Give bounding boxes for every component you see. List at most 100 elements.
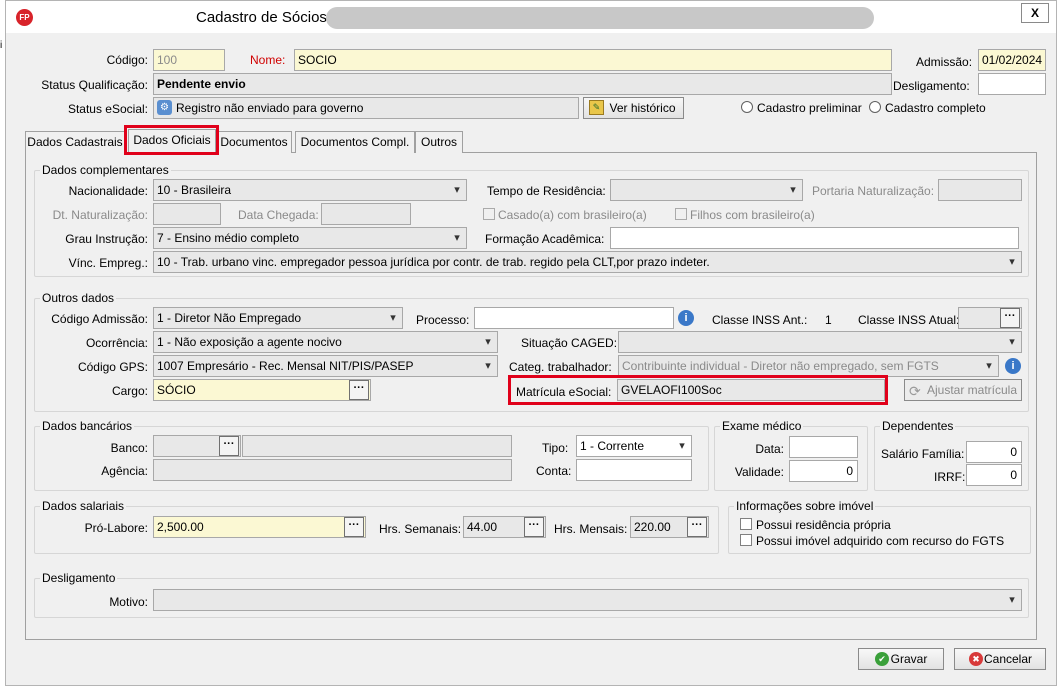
tempo-residencia-select[interactable]: ▾ (610, 179, 803, 201)
filhos-checkbox[interactable] (675, 208, 687, 220)
cadastro-preliminar-radio[interactable] (741, 101, 753, 113)
dt-naturalizacao-label: Dt. Naturalização: (52, 208, 148, 222)
chevron-down-icon: ▾ (790, 184, 796, 196)
agencia-field[interactable] (153, 459, 512, 481)
desligamento-label: Desligamento: (893, 79, 970, 93)
gravar-button[interactable]: ✔ Gravar (858, 648, 944, 670)
status-esocial-label: Status eSocial: (67, 102, 148, 116)
tipo-label: Tipo: (542, 441, 569, 455)
chevron-down-icon: ▾ (390, 312, 396, 324)
processo-info-icon[interactable]: i (678, 310, 694, 326)
salario-familia-field[interactable]: 0 (966, 441, 1022, 463)
dt-naturalizacao-field[interactable] (153, 203, 221, 225)
classe-inss-atual-label: Classe INSS Atual: (858, 313, 960, 327)
processo-field[interactable] (474, 307, 674, 329)
chevron-down-icon: ▾ (454, 184, 460, 196)
chevron-down-icon: ▾ (485, 336, 491, 348)
codigo-gps-select[interactable]: 1007 Empresário - Rec. Mensal NIT/PIS/PA… (153, 355, 498, 377)
conta-field[interactable] (576, 459, 692, 481)
casado-checkbox[interactable] (483, 208, 495, 220)
tab-documentos[interactable]: Documentos (216, 131, 292, 153)
codigo-gps-value: 1007 Empresário - Rec. Mensal NIT/PIS/PA… (157, 359, 414, 373)
dados-salariais-title: Dados salariais (40, 498, 127, 514)
exame-medico-title: Exame médico (720, 418, 804, 434)
situacao-caged-label: Situação CAGED: (521, 336, 618, 350)
exame-validade-field[interactable]: 0 (789, 460, 858, 482)
status-esocial-field: ⚙ Registro não enviado para governo (153, 97, 579, 119)
ajustar-matricula-button[interactable]: ⟳ Ajustar matrícula (904, 379, 1022, 401)
hrs-mensais-label: Hrs. Mensais: (554, 522, 628, 536)
salario-familia-label: Salário Família: (881, 447, 965, 461)
ellipsis-icon[interactable]: ··· (344, 517, 364, 537)
vinc-empreg-select[interactable]: 10 - Trab. urbano vinc. empregador pesso… (153, 251, 1022, 273)
esocial-status-icon: ⚙ (157, 100, 172, 115)
conta-label: Conta: (536, 464, 572, 478)
redacted-name-bar (326, 7, 874, 29)
refresh-icon: ⟳ (909, 383, 921, 399)
desligamento-field[interactable] (978, 73, 1046, 95)
hrs-semanais-field[interactable]: 44.00 ··· (463, 516, 546, 538)
cadastro-completo-label: Cadastro completo (885, 101, 986, 115)
classe-inss-atual-field[interactable]: ··· (958, 307, 1022, 329)
admissao-field[interactable]: 01/02/2024 (978, 49, 1046, 71)
codigo-admissao-select[interactable]: 1 - Diretor Não Empregado ▾ (153, 307, 403, 329)
ellipsis-icon[interactable]: ··· (349, 380, 369, 400)
tab-documentos-compl[interactable]: Documentos Compl. (295, 131, 415, 153)
categ-info-icon[interactable]: i (1005, 358, 1021, 374)
status-qualificacao-field: Pendente envio (153, 73, 892, 95)
pro-labore-value: 2,500.00 (157, 520, 204, 534)
tab-outros[interactable]: Outros (415, 131, 463, 153)
tab-highlight-box (124, 125, 219, 155)
portaria-label: Portaria Naturalização: (812, 184, 935, 198)
situacao-caged-select[interactable]: ▾ (618, 331, 1022, 353)
portaria-field[interactable] (938, 179, 1022, 201)
cadastro-completo-radio[interactable] (869, 101, 881, 113)
categ-trabalhador-select[interactable]: Contribuinte individual - Diretor não em… (618, 355, 999, 377)
pro-labore-field[interactable]: 2,500.00 ··· (153, 516, 366, 538)
ocorrencia-label: Ocorrência: (85, 336, 148, 350)
cargo-label: Cargo: (111, 384, 148, 398)
vinc-empreg-label: Vínc. Empreg.: (68, 256, 148, 270)
banco-name-field (242, 435, 512, 457)
ellipsis-icon[interactable]: ··· (524, 517, 544, 537)
cargo-field[interactable]: SÓCIO ··· (153, 379, 371, 401)
ellipsis-icon[interactable]: ··· (219, 436, 239, 456)
ellipsis-icon[interactable]: ··· (1000, 308, 1020, 328)
exame-validade-label: Validade: (734, 465, 784, 479)
status-esocial-text: Registro não enviado para governo (176, 101, 364, 115)
imovel-fgts-checkbox[interactable] (740, 534, 752, 546)
ver-historico-button[interactable]: ✎ Ver histórico (583, 97, 684, 119)
chevron-down-icon: ▾ (485, 360, 491, 372)
irrf-field[interactable]: 0 (966, 464, 1022, 486)
codigo-admissao-value: 1 - Diretor Não Empregado (157, 311, 302, 325)
check-icon: ✔ (875, 652, 889, 666)
hrs-mensais-field[interactable]: 220.00 ··· (630, 516, 709, 538)
motivo-select[interactable]: ▾ (153, 589, 1022, 611)
banco-code-field[interactable]: ··· (153, 435, 241, 457)
grau-instrucao-label: Grau Instrução: (65, 232, 148, 246)
close-button[interactable]: X (1021, 3, 1049, 23)
vinc-empreg-value: 10 - Trab. urbano vinc. empregador pesso… (157, 255, 710, 269)
nacionalidade-select[interactable]: 10 - Brasileira ▾ (153, 179, 467, 201)
exame-data-field[interactable] (789, 436, 858, 458)
imovel-title: Informações sobre imóvel (734, 498, 876, 514)
residencia-propria-checkbox[interactable] (740, 518, 752, 530)
ocorrencia-value: 1 - Não exposição a agente nocivo (157, 335, 342, 349)
window-title: Cadastro de Sócios (196, 9, 327, 26)
hrs-semanais-label: Hrs. Semanais: (379, 522, 462, 536)
tipo-select[interactable]: 1 - Corrente ▾ (576, 435, 692, 457)
nome-field[interactable]: SOCIO (294, 49, 892, 71)
cancelar-button[interactable]: ✖ Cancelar (954, 648, 1046, 670)
ocorrencia-select[interactable]: 1 - Não exposição a agente nocivo ▾ (153, 331, 498, 353)
codigo-field[interactable]: 100 (153, 49, 225, 71)
ellipsis-icon[interactable]: ··· (687, 517, 707, 537)
dialog-window: FP Cadastro de Sócios X Código: 100 Nome… (5, 0, 1057, 686)
filhos-label: Filhos com brasileiro(a) (690, 208, 815, 222)
outros-dados-title: Outros dados (40, 290, 117, 306)
tipo-value: 1 - Corrente (580, 439, 645, 453)
grau-instrucao-select[interactable]: 7 - Ensino médio completo ▾ (153, 227, 467, 249)
data-chegada-field[interactable] (321, 203, 411, 225)
tab-dados-cadastrais[interactable]: Dados Cadastrais (25, 131, 125, 153)
formacao-field[interactable] (610, 227, 1019, 249)
chevron-down-icon: ▾ (1009, 594, 1015, 606)
